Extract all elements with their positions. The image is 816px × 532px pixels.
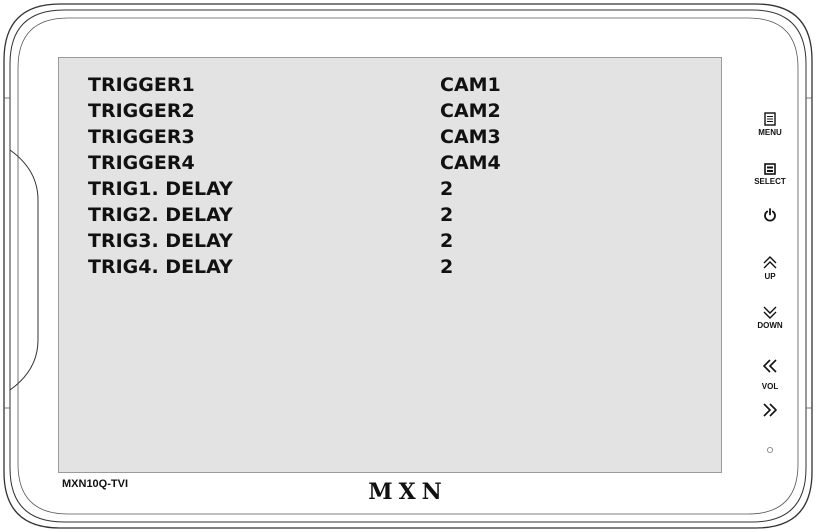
up-button[interactable]: UP: [748, 256, 792, 282]
up-button-label: UP: [764, 272, 776, 281]
brand-logo: MXN: [368, 479, 448, 505]
menu-row-trigger2[interactable]: TRIGGER2 CAM2: [88, 98, 648, 124]
menu-button[interactable]: MENU: [748, 112, 792, 138]
select-button[interactable]: SELECT: [748, 163, 792, 187]
menu-row-label: TRIG3. DELAY: [88, 230, 233, 252]
menu-icon: [764, 112, 776, 126]
menu-row-label: TRIG4. DELAY: [88, 256, 233, 278]
menu-row-value: 2: [440, 256, 454, 278]
menu-row-value: 2: [440, 178, 454, 200]
volume-down-button[interactable]: [748, 358, 792, 374]
menu-row-value: CAM2: [440, 100, 501, 122]
status-led-icon: [766, 446, 774, 454]
menu-row-trig3-delay[interactable]: TRIG3. DELAY 2: [88, 228, 648, 254]
double-chevron-right-icon: [763, 403, 777, 417]
menu-row-trigger3[interactable]: TRIGGER3 CAM3: [88, 124, 648, 150]
menu-row-value: CAM4: [440, 152, 501, 174]
menu-row-label: TRIGGER4: [88, 152, 195, 174]
menu-row-label: TRIGGER1: [88, 74, 195, 96]
menu-row-trig4-delay[interactable]: TRIG4. DELAY 2: [88, 254, 648, 280]
menu-row-value: CAM1: [440, 74, 501, 96]
menu-row-label: TRIG1. DELAY: [88, 178, 233, 200]
menu-row-label: TRIGGER3: [88, 126, 195, 148]
menu-row-label: TRIGGER2: [88, 100, 195, 122]
menu-row-value: CAM3: [440, 126, 501, 148]
double-chevron-left-icon: [763, 359, 777, 373]
menu-row-value: 2: [440, 204, 454, 226]
power-icon: [764, 208, 776, 222]
volume-label-container: VOL: [748, 380, 792, 392]
down-button-label: DOWN: [757, 321, 783, 330]
menu-row-trigger4[interactable]: TRIGGER4 CAM4: [88, 150, 648, 176]
select-button-label: SELECT: [754, 177, 786, 186]
vol-label: VOL: [761, 382, 779, 391]
volume-up-button[interactable]: [748, 402, 792, 418]
chevron-down-icon: [763, 306, 777, 319]
power-button[interactable]: [748, 208, 792, 222]
menu-button-label: MENU: [758, 128, 782, 137]
monitor-device: TRIGGER1 CAM1 TRIGGER2 CAM2 TRIGGER3 CAM…: [0, 0, 816, 532]
menu-row-value: 2: [440, 230, 454, 252]
menu-row-label: TRIG2. DELAY: [88, 204, 233, 226]
select-icon: [764, 163, 776, 175]
down-button[interactable]: DOWN: [748, 305, 792, 331]
menu-row-trig1-delay[interactable]: TRIG1. DELAY 2: [88, 176, 648, 202]
status-led: [748, 446, 792, 454]
menu-row-trig2-delay[interactable]: TRIG2. DELAY 2: [88, 202, 648, 228]
menu-row-trigger1[interactable]: TRIGGER1 CAM1: [88, 72, 648, 98]
chevron-up-icon: [763, 256, 777, 269]
